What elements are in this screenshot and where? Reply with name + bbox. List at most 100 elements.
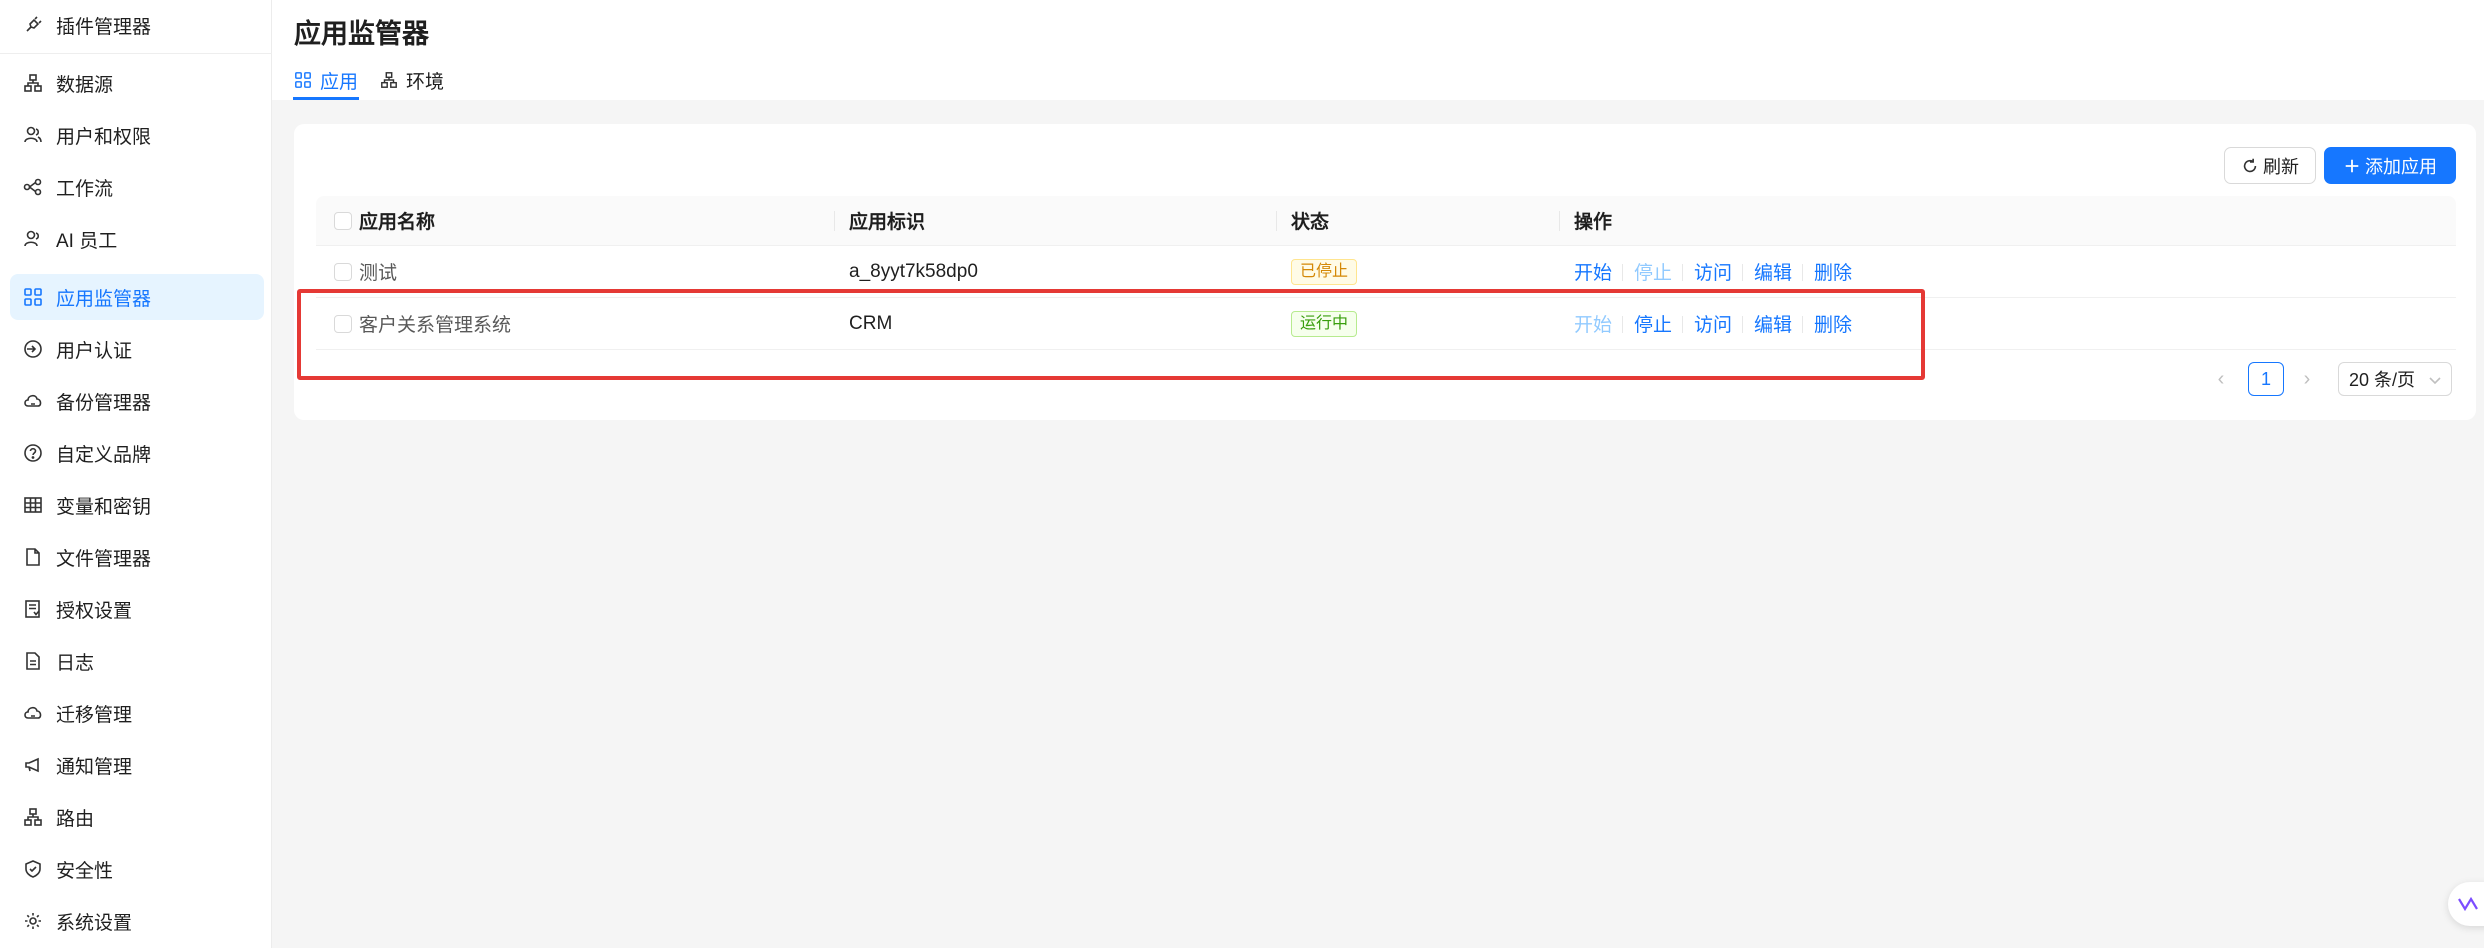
sidebar-item-label: 路由 — [56, 808, 95, 830]
sidebar-item-custom-brand[interactable]: 自定义品牌 — [10, 430, 264, 476]
sidebar-item-label: 授权设置 — [56, 600, 133, 622]
users-icon — [22, 124, 44, 146]
sidebar-item-workflow[interactable]: 工作流 — [10, 164, 264, 210]
workflow-icon — [22, 176, 44, 198]
refresh-button[interactable]: 刷新 — [2224, 147, 2316, 184]
start-action[interactable]: 开始 — [1574, 298, 1612, 349]
plus-icon — [2345, 159, 2359, 172]
action-divider — [1622, 264, 1623, 281]
tab-label: 环境 — [406, 71, 445, 93]
gear-icon — [22, 910, 44, 932]
sidebar-item-app-supervisor[interactable]: 应用监管器 — [10, 274, 264, 320]
column-header-id: 应用标识 — [849, 212, 926, 233]
delete-action[interactable]: 删除 — [1814, 298, 1852, 349]
action-divider — [1742, 264, 1743, 281]
sidebar-item-label: 用户认证 — [56, 340, 133, 362]
status-badge: 运行中 — [1291, 310, 1358, 337]
page-size-select[interactable]: 20 条/页 — [2338, 362, 2452, 396]
sidebar-item-label: 插件管理器 — [56, 16, 152, 38]
stop-action[interactable]: 停止 — [1634, 246, 1672, 297]
action-divider — [1742, 316, 1743, 333]
sidebar-item-migration[interactable]: 迁移管理 — [10, 690, 264, 736]
start-action[interactable]: 开始 — [1574, 246, 1612, 297]
tab-environment[interactable]: 环境 — [380, 60, 444, 100]
shield-icon — [22, 858, 44, 880]
sidebar-item-data-source[interactable]: 数据源 — [10, 60, 264, 106]
sidebar-item-plugin-manager[interactable]: 插件管理器 — [10, 2, 264, 48]
page-header: 应用监管器 应用 环境 — [272, 0, 2484, 100]
add-app-label: 添加应用 — [2365, 156, 2437, 177]
app-id: CRM — [849, 312, 893, 334]
sidebar-item-label: 日志 — [56, 652, 95, 674]
license-icon — [22, 598, 44, 620]
sidebar-item-label: 数据源 — [56, 74, 114, 96]
apps-grid-icon — [22, 286, 44, 308]
action-divider — [1802, 316, 1803, 333]
sidebar-item-notifications[interactable]: 通知管理 — [10, 742, 264, 788]
sidebar-item-routes[interactable]: 路由 — [10, 794, 264, 840]
sidebar-item-user-auth[interactable]: 用户认证 — [10, 326, 264, 372]
sidebar-item-license-settings[interactable]: 授权设置 — [10, 586, 264, 632]
visit-action[interactable]: 访问 — [1694, 298, 1732, 349]
sidebar-item-system-settings[interactable]: 系统设置 — [10, 898, 264, 944]
login-icon — [22, 338, 44, 360]
prev-page-button[interactable]: ‹ — [2206, 362, 2236, 396]
sidebar-item-backup-manager[interactable]: 备份管理器 — [10, 378, 264, 424]
status-badge: 已停止 — [1291, 258, 1358, 285]
sidebar: 插件管理器 数据源 用户和权限 工作流 AI 员工 应用监管器 用户认证 备份管… — [0, 0, 272, 948]
file-icon — [22, 546, 44, 568]
row-checkbox[interactable] — [334, 314, 352, 333]
apps-grid-icon — [295, 72, 311, 88]
page-size-label: 20 条/页 — [2349, 370, 2416, 390]
question-circle-icon — [22, 442, 44, 464]
plug-icon — [22, 14, 44, 36]
column-divider — [834, 211, 835, 231]
table-row: 测试 a_8yyt7k58dp0 已停止 开始 停止 访问 编辑 删除 — [316, 246, 2456, 298]
database-icon — [22, 72, 44, 94]
tab-apps[interactable]: 应用 — [294, 60, 358, 100]
table-row: 客户关系管理系统 CRM 运行中 开始 停止 访问 编辑 删除 — [316, 298, 2456, 350]
cloud-backup-icon — [22, 390, 44, 412]
action-divider — [1622, 316, 1623, 333]
column-header-actions: 操作 — [1574, 212, 1613, 233]
sidebar-item-ai-employee[interactable]: AI 员工 — [10, 216, 264, 262]
apps-card: 刷新 添加应用 应用名称 应用标识 状态 操作 测试 a_8yyt7k58dp0… — [294, 124, 2476, 420]
edit-action[interactable]: 编辑 — [1754, 298, 1792, 349]
table-header: 应用名称 应用标识 状态 操作 — [316, 196, 2456, 246]
sidebar-item-security[interactable]: 安全性 — [10, 846, 264, 892]
page-title: 应用监管器 — [294, 19, 429, 49]
refresh-label: 刷新 — [2263, 156, 2299, 177]
assistant-logo-icon — [2458, 896, 2478, 912]
sidebar-item-label: 工作流 — [56, 178, 114, 200]
page-1-button[interactable]: 1 — [2248, 362, 2284, 396]
delete-action[interactable]: 删除 — [1814, 246, 1852, 297]
sidebar-item-label: 备份管理器 — [56, 392, 152, 414]
tab-label: 应用 — [320, 71, 359, 93]
visit-action[interactable]: 访问 — [1694, 246, 1732, 297]
column-header-name: 应用名称 — [359, 212, 436, 233]
sidebar-item-file-manager[interactable]: 文件管理器 — [10, 534, 264, 580]
sidebar-item-label: 安全性 — [56, 860, 114, 882]
add-app-button[interactable]: 添加应用 — [2324, 147, 2456, 184]
next-page-button[interactable]: › — [2292, 362, 2322, 396]
environment-icon — [381, 72, 397, 88]
column-divider — [1559, 211, 1560, 231]
sidebar-item-users-permissions[interactable]: 用户和权限 — [10, 112, 264, 158]
cloud-migrate-icon — [22, 702, 44, 724]
sidebar-item-variables-secrets[interactable]: 变量和密钥 — [10, 482, 264, 528]
log-file-icon — [22, 650, 44, 672]
sidebar-item-logs[interactable]: 日志 — [10, 638, 264, 684]
sidebar-item-label: 系统设置 — [56, 912, 133, 934]
floating-assistant-button[interactable] — [2448, 882, 2484, 926]
select-all-checkbox[interactable] — [334, 211, 352, 230]
action-divider — [1682, 316, 1683, 333]
action-divider — [1802, 264, 1803, 281]
chevron-down-icon — [2429, 377, 2441, 385]
edit-action[interactable]: 编辑 — [1754, 246, 1792, 297]
divider — [0, 53, 272, 54]
row-checkbox[interactable] — [334, 262, 352, 281]
action-divider — [1682, 264, 1683, 281]
table-icon — [22, 494, 44, 516]
stop-action[interactable]: 停止 — [1634, 298, 1672, 349]
app-id: a_8yyt7k58dp0 — [849, 260, 978, 282]
